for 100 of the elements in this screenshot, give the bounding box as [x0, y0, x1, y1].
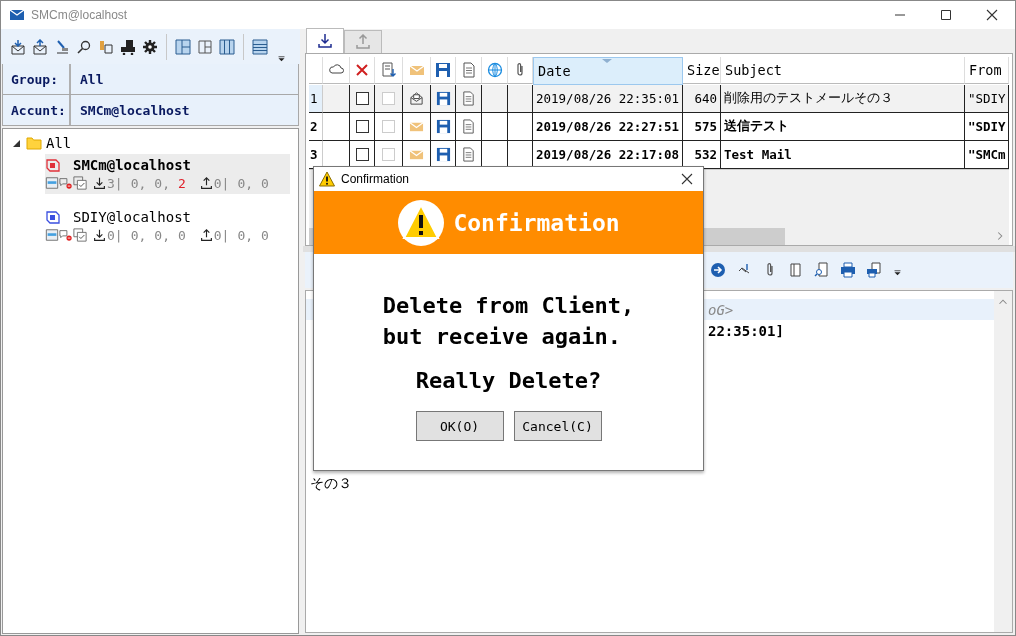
broom-icon[interactable]: [54, 38, 70, 55]
download-icon: [93, 176, 106, 190]
layout-quad-icon[interactable]: [197, 38, 213, 55]
dialog-title: Confirmation: [341, 172, 410, 186]
row-number[interactable]: 1: [309, 85, 323, 113]
checkbox[interactable]: [355, 120, 369, 133]
group-value: All: [79, 70, 104, 89]
mail-download-icon[interactable]: [10, 38, 26, 55]
layout-rows-icon[interactable]: [252, 38, 268, 55]
count-value: 0,: [237, 227, 254, 243]
count-value: 0|: [213, 227, 230, 243]
count-value: 0: [261, 175, 269, 191]
maximize-icon[interactable]: [938, 7, 954, 23]
list-icon: [45, 176, 59, 190]
table-cell: Test Mail: [721, 141, 965, 169]
row-number[interactable]: 2: [309, 113, 323, 141]
table-cell: [508, 85, 533, 113]
column-header[interactable]: [482, 57, 508, 84]
text-fragment: その３: [309, 475, 353, 493]
count-value: 0,: [154, 175, 170, 191]
column-header[interactable]: From: [965, 57, 1009, 84]
count-value: 3|: [107, 175, 123, 191]
count-value: 0: [261, 227, 269, 243]
dialog-question: Really Delete?: [415, 368, 602, 393]
account-label: Accunt:: [3, 95, 71, 125]
cassette-deck-icon[interactable]: [120, 38, 136, 55]
tab[interactable]: [306, 28, 344, 53]
account-name: SMCm@localhost: [73, 157, 191, 173]
book-icon[interactable]: [788, 262, 804, 278]
table-cell: 2019/08/26 22:27:51: [533, 113, 683, 141]
globe-icon[interactable]: [486, 62, 503, 78]
window-title: SMCm@localhost: [31, 8, 128, 22]
close-icon[interactable]: [354, 62, 370, 78]
document-icon: [461, 147, 476, 162]
ok-button[interactable]: OK(O): [415, 411, 504, 441]
check-window-icon: [73, 228, 87, 242]
column-header[interactable]: Subject: [721, 57, 965, 84]
column-header[interactable]: Size: [683, 57, 721, 84]
document-icon[interactable]: [460, 62, 477, 78]
count-value: 2: [177, 175, 186, 191]
table-cell: "SMCm: [965, 141, 1009, 169]
document-icon: [461, 119, 476, 134]
count-value: 0,: [237, 175, 254, 191]
dialog-heading: Confirmation: [453, 209, 620, 236]
chat-stop-icon: [59, 228, 73, 242]
text-fragment: 22:35:01]: [708, 322, 784, 339]
chat-stop-icon: [59, 176, 73, 190]
settings-icon[interactable]: [142, 38, 158, 55]
mail-upload-icon[interactable]: [32, 38, 48, 55]
list-download-icon[interactable]: [380, 62, 397, 78]
account-name: SDIY@localhost: [73, 209, 191, 225]
sort-arrow-icon: [602, 59, 612, 63]
text-fragment: oG>: [708, 301, 734, 318]
account-value: SMCm@localhost: [79, 101, 190, 120]
folder-tag-icon[interactable]: [98, 38, 114, 55]
layout-split-icon[interactable]: [175, 38, 191, 55]
document-icon: [461, 91, 476, 106]
table-cell: 2019/08/26 22:17:08: [533, 141, 683, 169]
column-header[interactable]: [508, 57, 533, 84]
forward-icon[interactable]: [710, 262, 726, 278]
column-header[interactable]: [431, 57, 456, 84]
upload-icon: [199, 228, 213, 242]
count-value: 0: [177, 227, 186, 243]
cancel-button[interactable]: Cancel(C): [513, 411, 602, 441]
printer-icon[interactable]: [840, 262, 856, 278]
upload-icon: [355, 34, 371, 50]
close-icon[interactable]: [679, 171, 695, 187]
checkbox[interactable]: [355, 92, 369, 105]
print-preview-icon[interactable]: [866, 262, 882, 278]
column-header[interactable]: [323, 57, 350, 84]
warning-icon: [397, 198, 446, 247]
count-value: 0|: [213, 175, 230, 191]
table-cell: [309, 57, 323, 84]
checkbox[interactable]: [355, 148, 369, 161]
table-cell: 640: [683, 85, 721, 113]
close-icon[interactable]: [984, 7, 1000, 23]
table-cell: 2019/08/26 22:35:01: [533, 85, 683, 113]
row-number[interactable]: 3: [309, 141, 323, 169]
upload-icon: [199, 176, 213, 190]
count-value: 0,: [154, 227, 170, 243]
table-cell: 送信テスト: [721, 113, 965, 141]
warning-icon: [319, 171, 335, 187]
table-cell: 575: [683, 113, 721, 141]
column-header[interactable]: [350, 57, 375, 84]
list-icon: [45, 228, 59, 242]
mail-icon: [9, 7, 25, 23]
table-cell: "SDIY: [965, 113, 1009, 141]
account-item[interactable]: SDIY@localhost 0| 0, 0, 0 0| 0, 0: [45, 206, 290, 246]
tree-item[interactable]: All: [46, 135, 72, 151]
column-header[interactable]: [375, 57, 403, 84]
search-icon[interactable]: [76, 38, 92, 55]
folder-icon: [26, 135, 42, 151]
document-search-icon[interactable]: [814, 262, 830, 278]
account-item[interactable]: SMCm@localhost 3| 0, 0, 2 0| 0, 0: [45, 154, 290, 194]
download-icon: [93, 228, 106, 242]
layout-columns-icon[interactable]: [219, 38, 235, 55]
count-value: 0|: [107, 227, 123, 243]
check-window-icon: [73, 176, 87, 190]
table-cell: 削除用のテストメールその３: [721, 85, 965, 113]
column-header[interactable]: Date: [533, 57, 683, 85]
